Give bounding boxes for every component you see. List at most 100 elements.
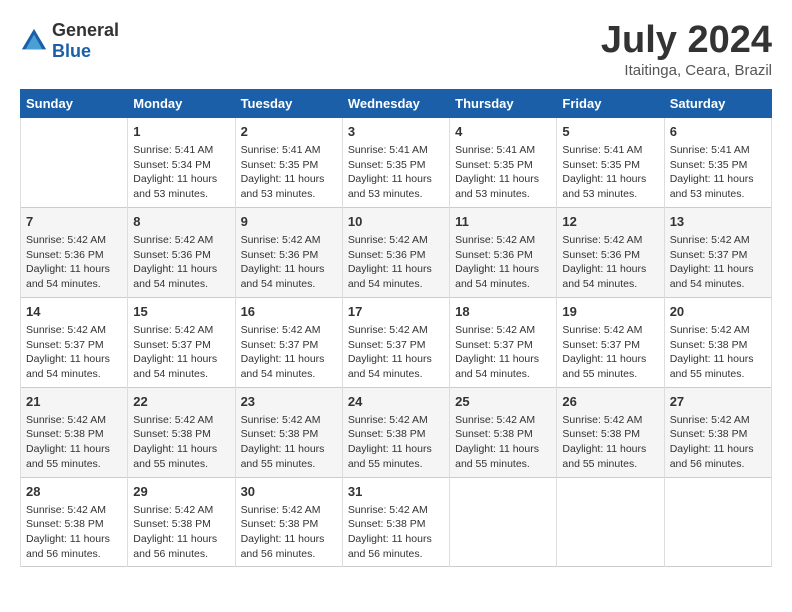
day-number: 21 — [26, 393, 122, 411]
calendar-day-cell: 1Sunrise: 5:41 AMSunset: 5:34 PMDaylight… — [128, 117, 235, 207]
day-info-line: Sunrise: 5:41 AM — [455, 143, 551, 158]
day-info-line: and 55 minutes. — [348, 457, 444, 472]
day-info-line: Daylight: 11 hours — [241, 262, 337, 277]
calendar-day-cell: 8Sunrise: 5:42 AMSunset: 5:36 PMDaylight… — [128, 207, 235, 297]
day-info-line: Sunset: 5:38 PM — [670, 338, 766, 353]
day-number: 19 — [562, 303, 658, 321]
day-info-line: Daylight: 11 hours — [562, 352, 658, 367]
day-info-line: Daylight: 11 hours — [241, 532, 337, 547]
day-info-line: Sunset: 5:35 PM — [455, 158, 551, 173]
day-info-line: and 54 minutes. — [348, 367, 444, 382]
day-number: 15 — [133, 303, 229, 321]
day-info-line: and 54 minutes. — [562, 277, 658, 292]
day-number: 29 — [133, 483, 229, 501]
logo-general: General — [52, 20, 119, 40]
calendar-day-cell: 20 Sunrise: 5:42 AMSunset: 5:38 PMDayligh… — [664, 297, 771, 387]
calendar-day-cell: 17Sunrise: 5:42 AMSunset: 5:37 PMDayligh… — [342, 297, 449, 387]
calendar-day-cell: 3Sunrise: 5:41 AMSunset: 5:35 PMDaylight… — [342, 117, 449, 207]
calendar-day-cell: 15Sunrise: 5:42 AMSunset: 5:37 PMDayligh… — [128, 297, 235, 387]
day-info-line: Daylight: 11 hours — [133, 262, 229, 277]
day-info-line: Sunset: 5:38 PM — [241, 517, 337, 532]
day-info-line: Sunrise: 5:41 AM — [133, 143, 229, 158]
day-info-line: Sunrise: 5:42 AM — [348, 413, 444, 428]
calendar-day-cell: 25Sunrise: 5:42 AMSunset: 5:38 PMDayligh… — [450, 387, 557, 477]
day-info-line: Sunrise: 5:42 AM — [26, 233, 122, 248]
day-info-line: Sunrise: 5:42 AM — [241, 323, 337, 338]
day-info-line: Sunrise: 5:42 AM — [562, 233, 658, 248]
day-info-line: and 54 minutes. — [241, 277, 337, 292]
calendar-week-row: 21Sunrise: 5:42 AMSunset: 5:38 PMDayligh… — [21, 387, 772, 477]
day-info-line: and 55 minutes. — [133, 457, 229, 472]
day-info-line: Daylight: 11 hours — [26, 532, 122, 547]
day-info-line: Sunrise: 5:42 AM — [26, 503, 122, 518]
day-info-line: and 56 minutes. — [241, 547, 337, 562]
day-info-line: Sunset: 5:36 PM — [26, 248, 122, 263]
calendar-table: SundayMondayTuesdayWednesdayThursdayFrid… — [20, 89, 772, 568]
day-info-line: Sunrise: 5:41 AM — [348, 143, 444, 158]
day-info-line: Daylight: 11 hours — [670, 352, 766, 367]
day-info-line: Sunset: 5:38 PM — [241, 427, 337, 442]
day-info-line: Sunrise: 5:42 AM — [241, 413, 337, 428]
day-number: 18 — [455, 303, 551, 321]
weekday-header-cell: Sunday — [21, 89, 128, 117]
calendar-body: 1Sunrise: 5:41 AMSunset: 5:34 PMDaylight… — [21, 117, 772, 567]
day-number: 17 — [348, 303, 444, 321]
logo: General Blue — [20, 20, 119, 62]
day-info-line: Sunset: 5:36 PM — [241, 248, 337, 263]
logo-icon — [20, 27, 48, 55]
calendar-week-row: 1Sunrise: 5:41 AMSunset: 5:34 PMDaylight… — [21, 117, 772, 207]
day-info-line: Sunset: 5:37 PM — [348, 338, 444, 353]
weekday-header-cell: Tuesday — [235, 89, 342, 117]
day-info-line: Sunrise: 5:42 AM — [670, 323, 766, 338]
day-info-line: Daylight: 11 hours — [241, 352, 337, 367]
calendar-day-cell: 21Sunrise: 5:42 AMSunset: 5:38 PMDayligh… — [21, 387, 128, 477]
calendar-day-cell: 26Sunrise: 5:42 AMSunset: 5:38 PMDayligh… — [557, 387, 664, 477]
day-info-line: Sunrise: 5:42 AM — [348, 323, 444, 338]
day-info-line: Daylight: 11 hours — [133, 442, 229, 457]
day-info-line: Sunset: 5:36 PM — [562, 248, 658, 263]
main-title: July 2024 — [601, 20, 772, 62]
calendar-day-cell: 13Sunrise: 5:42 AMSunset: 5:37 PMDayligh… — [664, 207, 771, 297]
day-number: 20 — [670, 303, 766, 321]
day-info-line: Sunrise: 5:42 AM — [133, 503, 229, 518]
day-number: 6 — [670, 123, 766, 141]
day-info-line: and 54 minutes. — [348, 277, 444, 292]
day-info-line: Sunrise: 5:42 AM — [670, 233, 766, 248]
weekday-header-cell: Monday — [128, 89, 235, 117]
day-info-line: and 54 minutes. — [26, 277, 122, 292]
calendar-day-cell — [557, 477, 664, 567]
weekday-header-cell: Saturday — [664, 89, 771, 117]
day-info-line: Sunset: 5:38 PM — [26, 517, 122, 532]
day-number: 16 — [241, 303, 337, 321]
title-area: July 2024 Itaitinga, Ceara, Brazil — [601, 20, 772, 79]
day-info-line: Sunset: 5:37 PM — [26, 338, 122, 353]
calendar-day-cell: 16Sunrise: 5:42 AMSunset: 5:37 PMDayligh… — [235, 297, 342, 387]
day-info-line: Daylight: 11 hours — [455, 352, 551, 367]
calendar-day-cell: 12Sunrise: 5:42 AMSunset: 5:36 PMDayligh… — [557, 207, 664, 297]
day-info-line: Sunset: 5:36 PM — [455, 248, 551, 263]
day-info-line: Sunrise: 5:42 AM — [670, 413, 766, 428]
day-info-line: Daylight: 11 hours — [348, 262, 444, 277]
day-info-line: Sunrise: 5:42 AM — [455, 323, 551, 338]
day-info-line: Daylight: 11 hours — [670, 442, 766, 457]
day-info-line: and 54 minutes. — [133, 367, 229, 382]
day-info-line: Sunrise: 5:41 AM — [670, 143, 766, 158]
calendar-day-cell: 24Sunrise: 5:42 AMSunset: 5:38 PMDayligh… — [342, 387, 449, 477]
day-info-line: Sunset: 5:35 PM — [670, 158, 766, 173]
logo-blue: Blue — [52, 41, 91, 61]
calendar-day-cell: 18Sunrise: 5:42 AMSunset: 5:37 PMDayligh… — [450, 297, 557, 387]
calendar-day-cell — [21, 117, 128, 207]
day-info-line: and 56 minutes. — [348, 547, 444, 562]
day-number: 12 — [562, 213, 658, 231]
day-info-line: Sunrise: 5:42 AM — [26, 413, 122, 428]
day-info-line: Sunset: 5:38 PM — [348, 427, 444, 442]
day-number: 9 — [241, 213, 337, 231]
day-number: 3 — [348, 123, 444, 141]
day-info-line: Daylight: 11 hours — [133, 532, 229, 547]
day-number: 25 — [455, 393, 551, 411]
day-number: 14 — [26, 303, 122, 321]
day-info-line: Sunrise: 5:42 AM — [562, 413, 658, 428]
day-info-line: Sunrise: 5:42 AM — [455, 413, 551, 428]
day-info-line: Sunrise: 5:42 AM — [133, 233, 229, 248]
day-info-line: Daylight: 11 hours — [455, 442, 551, 457]
